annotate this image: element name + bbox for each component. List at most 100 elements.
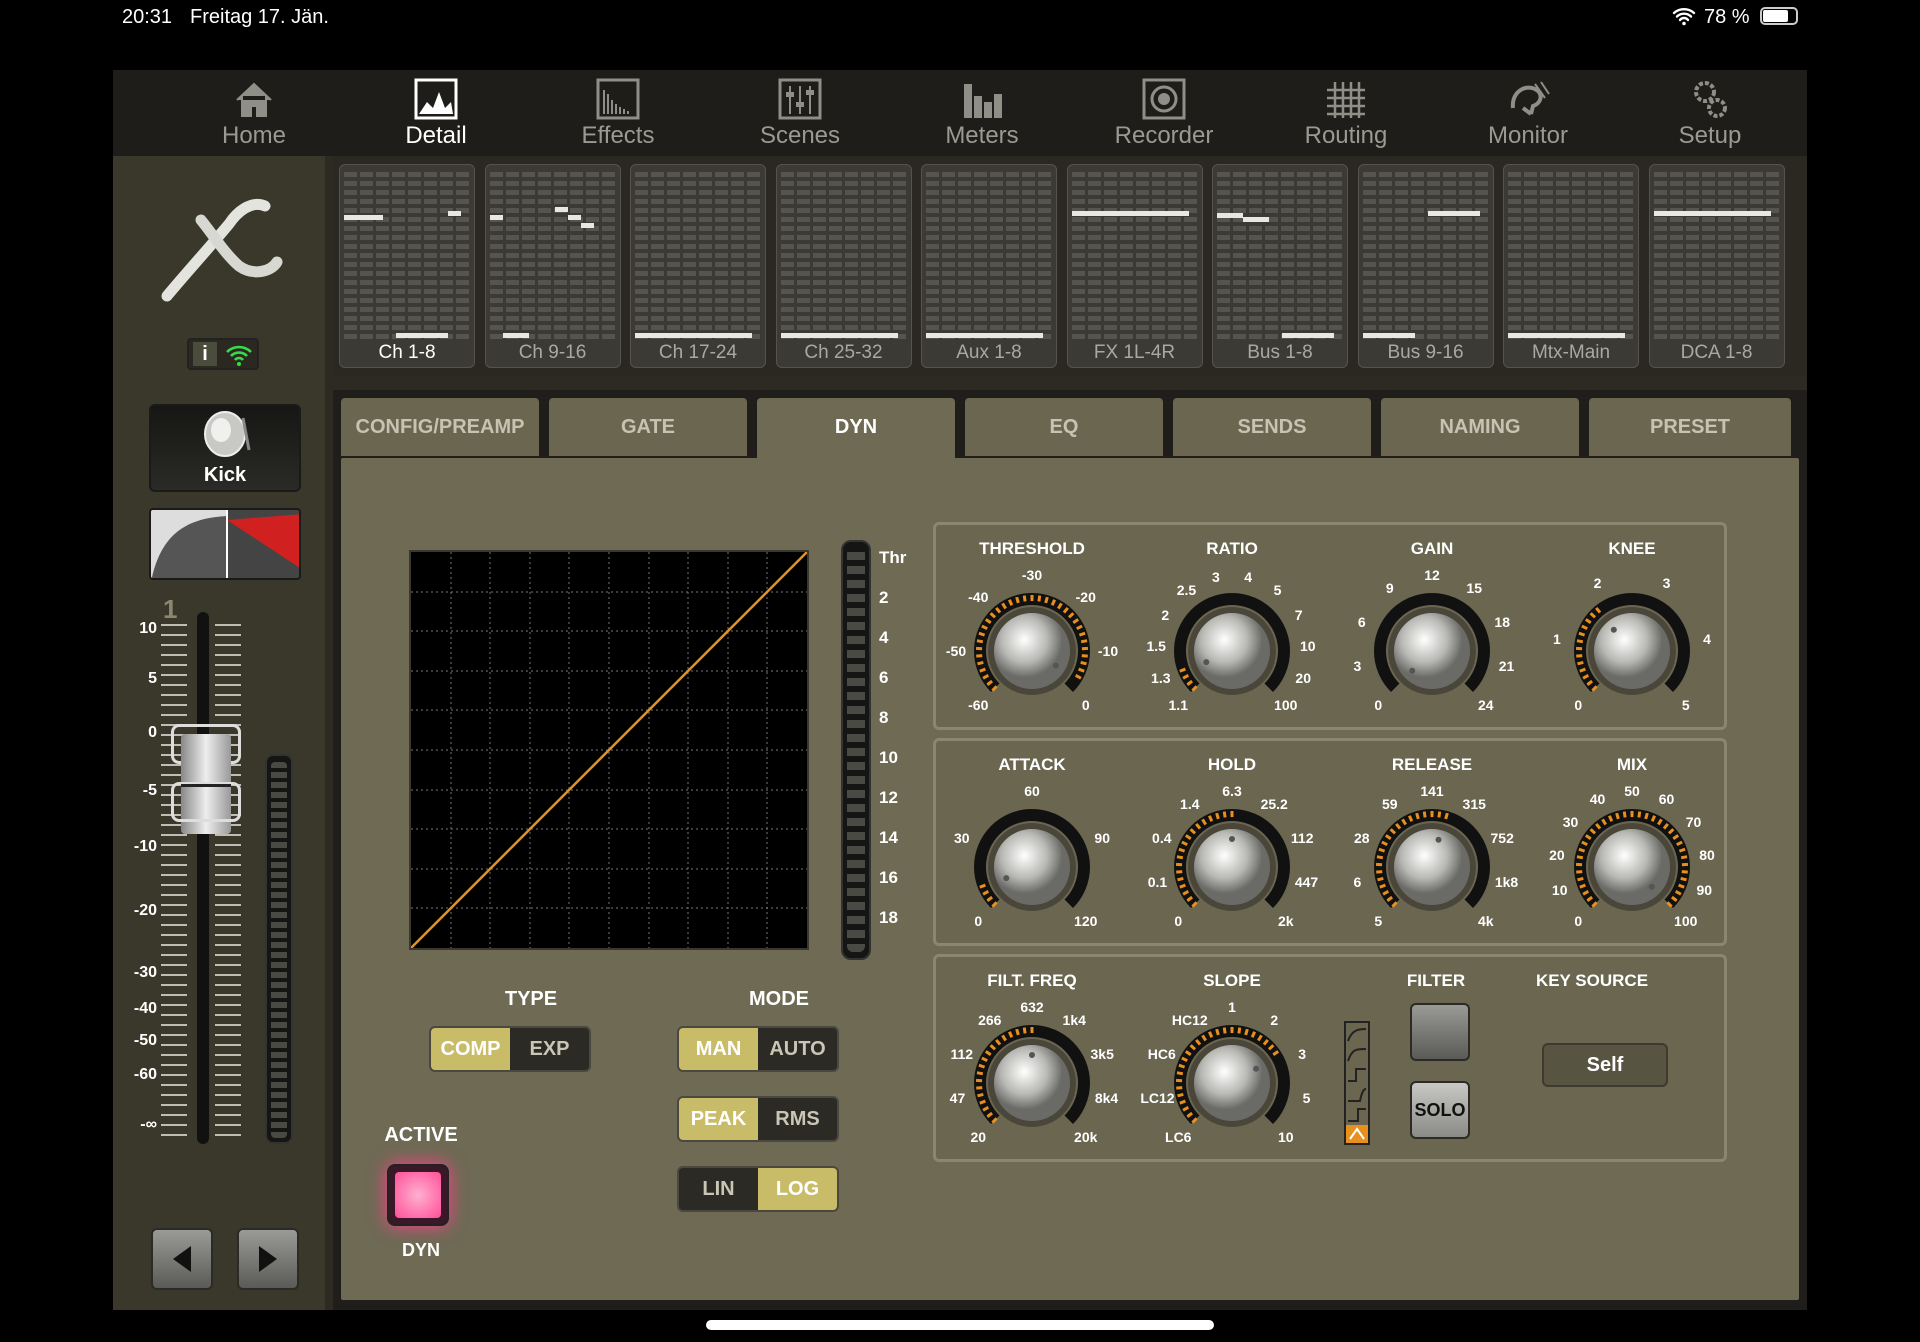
- meter-bank-label: Bus 9-16: [1387, 342, 1464, 363]
- release-tick: 5: [1374, 912, 1383, 929]
- meter-peak-mark: [357, 215, 370, 220]
- detect-switch[interactable]: PEAK RMS: [677, 1096, 839, 1142]
- threshold-scale-label: 8: [879, 708, 889, 727]
- mix-tick: 100: [1674, 912, 1698, 929]
- knee-tick: 2: [1593, 575, 1602, 592]
- nav-detail[interactable]: Detail: [345, 70, 527, 156]
- gain-tick: 21: [1498, 657, 1515, 674]
- nav-home[interactable]: Home: [163, 70, 345, 156]
- nav-recorder[interactable]: Recorder: [1073, 70, 1255, 156]
- mix-knob[interactable]: [1542, 777, 1722, 957]
- meter-bank-2[interactable]: Ch 17-24: [630, 164, 766, 368]
- meter-bank-3[interactable]: Ch 25-32: [775, 164, 912, 368]
- meter-bank-6[interactable]: Bus 1-8: [1212, 164, 1348, 368]
- filt-freq-knob[interactable]: [942, 993, 1122, 1173]
- attack-label: ATTACK: [998, 755, 1066, 774]
- gain-knob[interactable]: [1342, 561, 1522, 741]
- filt-freq-tick: 20: [970, 1128, 987, 1145]
- tab-eq[interactable]: EQ: [965, 398, 1163, 456]
- meter-level-mark: [832, 333, 846, 338]
- knee-knob[interactable]: [1542, 561, 1722, 741]
- threshold-label: THRESHOLD: [979, 539, 1085, 558]
- fader-scale-label: -60: [133, 1066, 157, 1083]
- mix-tick: 10: [1551, 882, 1568, 899]
- tab-config-preamp[interactable]: CONFIG/PREAMP: [341, 398, 539, 456]
- filter-button[interactable]: [1410, 1003, 1470, 1061]
- active-dyn-button[interactable]: [387, 1164, 449, 1226]
- scenes-icon: [778, 78, 822, 120]
- mode-auto-option[interactable]: AUTO: [758, 1028, 837, 1070]
- tab-preset[interactable]: PRESET: [1589, 398, 1791, 456]
- meter-peak-mark: [1718, 211, 1732, 216]
- gain-tick: 9: [1385, 579, 1394, 596]
- meter-bank-8[interactable]: Mtx-Main: [1503, 164, 1639, 368]
- meter-peak-mark: [1453, 211, 1467, 216]
- type-comp-option[interactable]: COMP: [431, 1028, 510, 1070]
- key-source-select[interactable]: Self: [1542, 1043, 1668, 1087]
- meter-bank-0[interactable]: Ch 1-8: [339, 164, 475, 368]
- ratio-tick: 3: [1211, 568, 1220, 585]
- nav-monitor[interactable]: Monitor: [1437, 70, 1619, 156]
- next-channel-button[interactable]: [237, 1228, 299, 1290]
- meter-level-mark: [819, 333, 833, 338]
- previous-channel-button[interactable]: [151, 1228, 213, 1290]
- fader-scale-label: 0: [148, 724, 157, 741]
- threshold-knob[interactable]: [942, 561, 1122, 741]
- mode-man-option[interactable]: MAN: [679, 1028, 758, 1070]
- meter-level-mark: [1321, 333, 1334, 338]
- nav-effects[interactable]: Effects: [527, 70, 709, 156]
- meter-bank-1[interactable]: Ch 9-16: [484, 164, 621, 368]
- envelope-switch[interactable]: LIN LOG: [677, 1166, 839, 1212]
- mode-switch[interactable]: MAN AUTO: [677, 1026, 839, 1072]
- hold-knob[interactable]: [1142, 777, 1322, 957]
- envelope-log-option[interactable]: LOG: [758, 1168, 837, 1210]
- threshold-scale-label: 10: [879, 748, 898, 767]
- attack-knob[interactable]: [942, 777, 1122, 957]
- key-source-label: KEY SOURCE: [1535, 971, 1649, 990]
- threshold-scale-label: 2: [879, 588, 889, 607]
- dyn-preview-button[interactable]: [149, 508, 301, 580]
- info-wifi-indicator[interactable]: i: [187, 338, 259, 370]
- release-knob[interactable]: [1342, 777, 1522, 957]
- fader-cap[interactable]: [171, 724, 241, 834]
- meter-bank-4[interactable]: Aux 1-8: [921, 164, 1057, 368]
- channel-icon-button[interactable]: Kick: [149, 404, 301, 492]
- arrow-left-icon: [173, 1246, 191, 1272]
- ratio-knob[interactable]: [1142, 561, 1322, 741]
- detect-peak-option[interactable]: PEAK: [679, 1098, 758, 1140]
- nav-setup[interactable]: Setup: [1619, 70, 1801, 156]
- gain-tick: 18: [1494, 613, 1510, 630]
- type-switch[interactable]: COMP EXP: [429, 1026, 591, 1072]
- tab-dyn[interactable]: DYN: [757, 398, 955, 460]
- mix-tick: 30: [1562, 814, 1579, 831]
- threshold-scale-label: 12: [879, 788, 898, 807]
- gain-tick: 3: [1353, 657, 1362, 674]
- meter-level-mark: [793, 333, 807, 338]
- meter-bank-5[interactable]: FX 1L-4R: [1066, 164, 1203, 368]
- slope-knob[interactable]: [1142, 993, 1322, 1173]
- hold-tick: 2k: [1277, 912, 1294, 929]
- threshold-meter: [841, 540, 871, 960]
- tab-naming[interactable]: NAMING: [1381, 398, 1579, 456]
- nav-meters[interactable]: Meters: [891, 70, 1073, 156]
- tab-gate[interactable]: GATE: [549, 398, 747, 456]
- detect-rms-option[interactable]: RMS: [758, 1098, 837, 1140]
- envelope-lin-option[interactable]: LIN: [679, 1168, 758, 1210]
- gain-tick: 6: [1357, 613, 1366, 630]
- nav-effects-label: Effects: [581, 122, 655, 149]
- meter-bank-7[interactable]: Bus 9-16: [1357, 164, 1494, 368]
- type-exp-option[interactable]: EXP: [510, 1028, 589, 1070]
- attack-tick: 90: [1094, 829, 1110, 846]
- attack-tick: 60: [1024, 783, 1040, 799]
- arrow-right-icon: [259, 1246, 277, 1272]
- nav-routing[interactable]: Routing: [1255, 70, 1437, 156]
- meter-peak-mark: [1097, 211, 1111, 216]
- tab-sends[interactable]: SENDS: [1173, 398, 1371, 456]
- threshold-scale-label: 18: [879, 908, 898, 927]
- meter-bank-9[interactable]: DCA 1-8: [1648, 164, 1785, 368]
- ratio-tick: 2: [1161, 606, 1170, 623]
- mix-tick: 0: [1574, 912, 1583, 929]
- filter-solo-button[interactable]: SOLO: [1410, 1081, 1470, 1139]
- nav-scenes[interactable]: Scenes: [709, 70, 891, 156]
- mode-title: MODE: [749, 988, 809, 1010]
